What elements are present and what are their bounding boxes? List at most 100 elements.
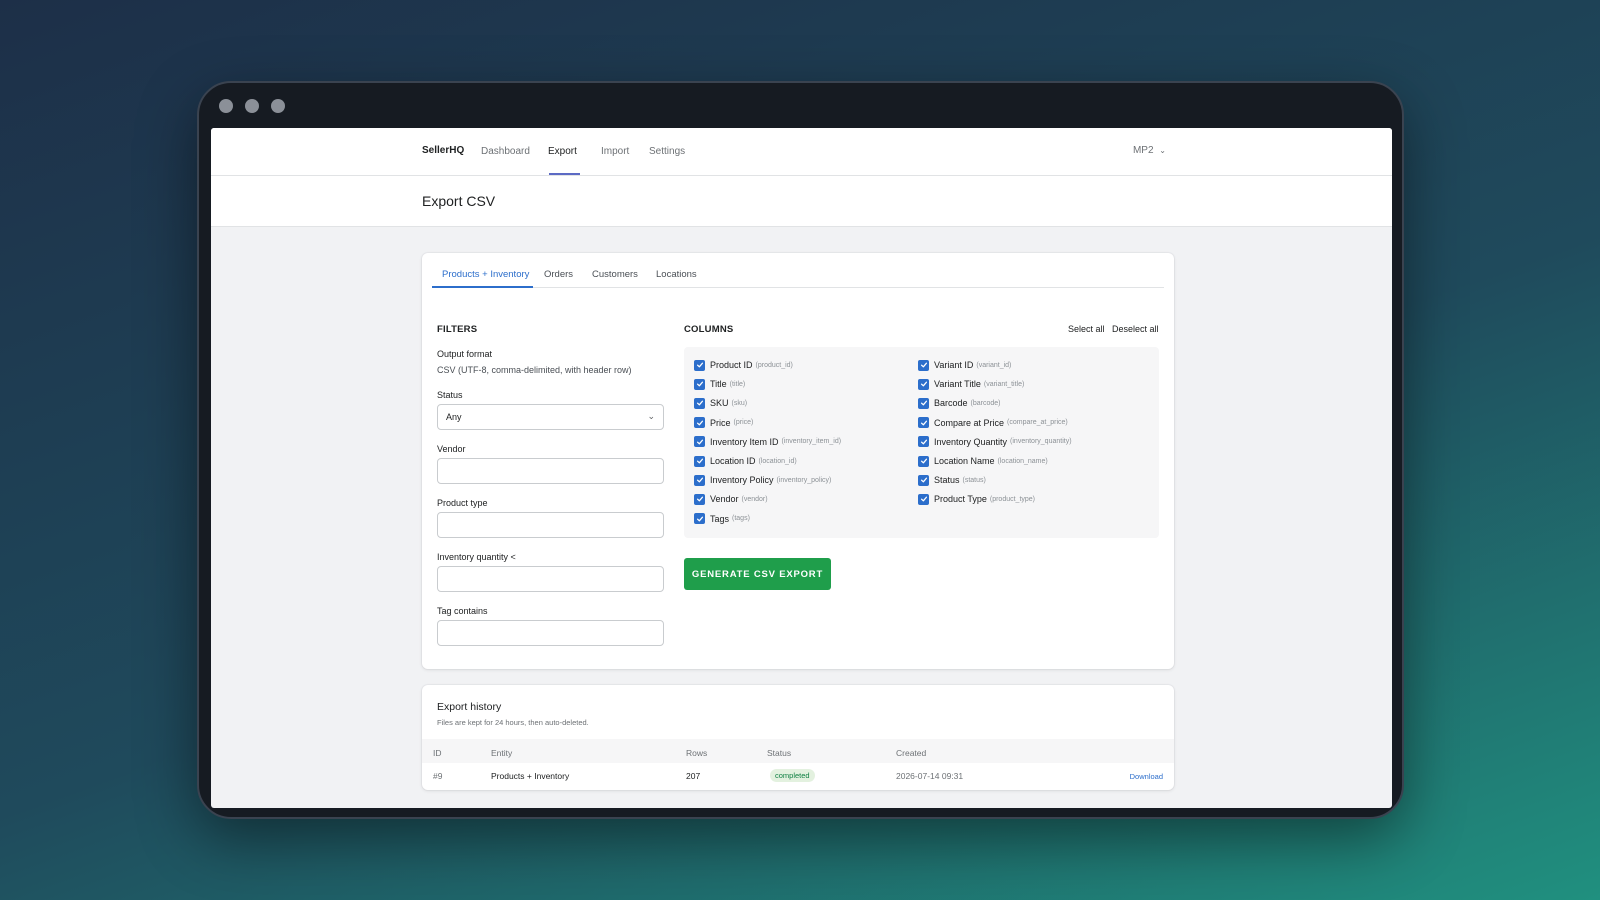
th-id: ID: [433, 748, 442, 758]
column-label: Inventory Quantity: [934, 436, 1008, 447]
checkbox-checked-icon[interactable]: [918, 378, 929, 390]
nav-link-dashboard[interactable]: Dashboard: [481, 146, 530, 157]
tab-active-indicator: [432, 286, 533, 288]
row-created: 2026-07-14 09:31: [896, 771, 964, 781]
column-label: Inventory Policy: [710, 475, 774, 486]
tab-products-inventory[interactable]: Products + Inventory: [442, 269, 529, 280]
row-id: #9: [433, 771, 443, 781]
column-checkbox-item[interactable]: Title (title): [694, 378, 745, 390]
column-key: (sku): [731, 399, 748, 407]
column-key: (product_id): [755, 361, 793, 369]
column-label: Location ID: [710, 456, 756, 466]
column-label: Price: [710, 417, 731, 428]
checkbox-checked-icon[interactable]: [918, 417, 929, 429]
checkbox-checked-icon[interactable]: [918, 493, 929, 505]
column-checkbox-item[interactable]: Inventory Quantity (inventory_quantity): [918, 436, 1072, 448]
inventory-quantity-input[interactable]: [437, 566, 664, 592]
column-key: (variant_id): [976, 361, 1012, 369]
nav-link-import[interactable]: Import: [601, 146, 629, 157]
columns-checklist: Product ID (product_id) Title (title) SKU (sk…: [684, 347, 1159, 538]
checkbox-checked-icon[interactable]: [694, 455, 705, 467]
status-select[interactable]: Any ⌄: [437, 404, 664, 430]
checkbox-checked-icon[interactable]: [918, 359, 929, 371]
checkbox-checked-icon[interactable]: [918, 436, 929, 448]
app-screen: SellerHQ Dashboard Export Import Setting…: [211, 128, 1392, 808]
download-link[interactable]: Download: [1130, 772, 1163, 781]
column-checkbox-item[interactable]: SKU (sku): [694, 397, 747, 409]
column-checkbox-item[interactable]: Vendor (vendor): [694, 493, 768, 505]
status-select-value: Any: [446, 412, 462, 422]
nav-link-settings[interactable]: Settings: [649, 146, 685, 157]
export-history-title: Export history: [437, 701, 502, 713]
checkbox-checked-icon[interactable]: [694, 474, 705, 486]
column-checkbox-item[interactable]: Product Type (product_type): [918, 493, 1035, 505]
nav-active-indicator: [549, 173, 580, 175]
column-key: (inventory_item_id): [781, 438, 842, 446]
product-type-input[interactable]: [437, 512, 664, 538]
column-key: (vendor): [741, 495, 768, 503]
tab-orders[interactable]: Orders: [544, 269, 573, 280]
column-key: (barcode): [970, 399, 1001, 407]
vendor-input[interactable]: [437, 458, 664, 484]
column-checkbox-item[interactable]: Inventory Policy (inventory_policy): [694, 474, 831, 486]
column-checkbox-item[interactable]: Variant Title (variant_title): [918, 378, 1024, 390]
column-label: Tags: [710, 513, 730, 524]
brand-logo[interactable]: SellerHQ: [422, 145, 464, 156]
row-rows: 207: [686, 771, 701, 781]
chevron-down-icon: ⌄: [1159, 146, 1166, 155]
page-title: Export CSV: [422, 193, 496, 209]
store-switcher[interactable]: MP2 ⌄: [1133, 145, 1166, 156]
checkbox-checked-icon[interactable]: [694, 417, 705, 429]
column-checkbox-item[interactable]: Price (price): [694, 417, 753, 429]
column-checkbox-item[interactable]: Barcode (barcode): [918, 397, 1001, 409]
column-key: (inventory_policy): [776, 476, 832, 484]
column-label: Barcode: [934, 398, 968, 409]
column-checkbox-item[interactable]: Tags (tags): [694, 513, 750, 525]
deselect-all-link[interactable]: Deselect all: [1112, 324, 1159, 334]
checkbox-checked-icon[interactable]: [694, 359, 705, 371]
column-label: Inventory Item ID: [710, 436, 779, 447]
select-all-link[interactable]: Select all: [1068, 324, 1105, 334]
tag-contains-input[interactable]: [437, 620, 664, 646]
top-nav: SellerHQ Dashboard Export Import Setting…: [211, 128, 1392, 176]
tab-customers[interactable]: Customers: [592, 269, 638, 280]
nav-link-export[interactable]: Export: [548, 146, 577, 157]
column-checkbox-item[interactable]: Status (status): [918, 474, 986, 486]
checkbox-checked-icon[interactable]: [918, 397, 929, 409]
checkbox-checked-icon[interactable]: [694, 378, 705, 390]
column-checkbox-item[interactable]: Location Name (location_name): [918, 455, 1048, 467]
th-created: Created: [896, 748, 927, 758]
columns-heading: COLUMNS: [684, 324, 734, 335]
export-card: Products + Inventory Orders Customers Lo…: [422, 253, 1174, 669]
column-key: (tags): [732, 515, 750, 523]
column-key: (variant_title): [983, 380, 1025, 388]
column-checkbox-item[interactable]: Compare at Price (compare_at_price): [918, 417, 1068, 429]
checkbox-checked-icon[interactable]: [918, 474, 929, 486]
generate-csv-export-button[interactable]: GENERATE CSV EXPORT: [684, 558, 831, 590]
column-label: Vendor: [710, 494, 739, 505]
checkbox-checked-icon[interactable]: [694, 436, 705, 448]
checkbox-checked-icon[interactable]: [918, 455, 929, 467]
column-checkbox-item[interactable]: Location ID (location_id): [694, 455, 797, 467]
column-checkbox-item[interactable]: Variant ID (variant_id): [918, 359, 1011, 371]
store-name: MP2: [1132, 145, 1154, 156]
column-checkbox-item[interactable]: Product ID (product_id): [694, 359, 793, 371]
column-checkbox-item[interactable]: Inventory Item ID (inventory_item_id): [694, 436, 841, 448]
tab-locations[interactable]: Locations: [656, 269, 697, 280]
checkbox-checked-icon[interactable]: [694, 513, 705, 525]
checkbox-checked-icon[interactable]: [694, 493, 705, 505]
column-label: SKU: [710, 398, 729, 409]
export-history-card: Export history Files are kept for 24 hou…: [422, 685, 1174, 790]
th-rows: Rows: [686, 748, 708, 758]
status-label: Status: [437, 390, 463, 400]
column-key: (inventory_quantity): [1010, 438, 1072, 446]
column-label: Status: [934, 475, 960, 486]
vendor-label: Vendor: [437, 444, 466, 454]
page-header: Export CSV: [211, 176, 1392, 227]
column-label: Product Type: [934, 494, 987, 505]
export-history-subtitle: Files are kept for 24 hours, then auto-d…: [437, 718, 589, 727]
checkbox-checked-icon[interactable]: [694, 397, 705, 409]
history-table-header: ID Entity Rows Status Created: [422, 739, 1174, 763]
column-key: (location_name): [997, 457, 1048, 465]
column-key: (product_type): [989, 495, 1036, 503]
